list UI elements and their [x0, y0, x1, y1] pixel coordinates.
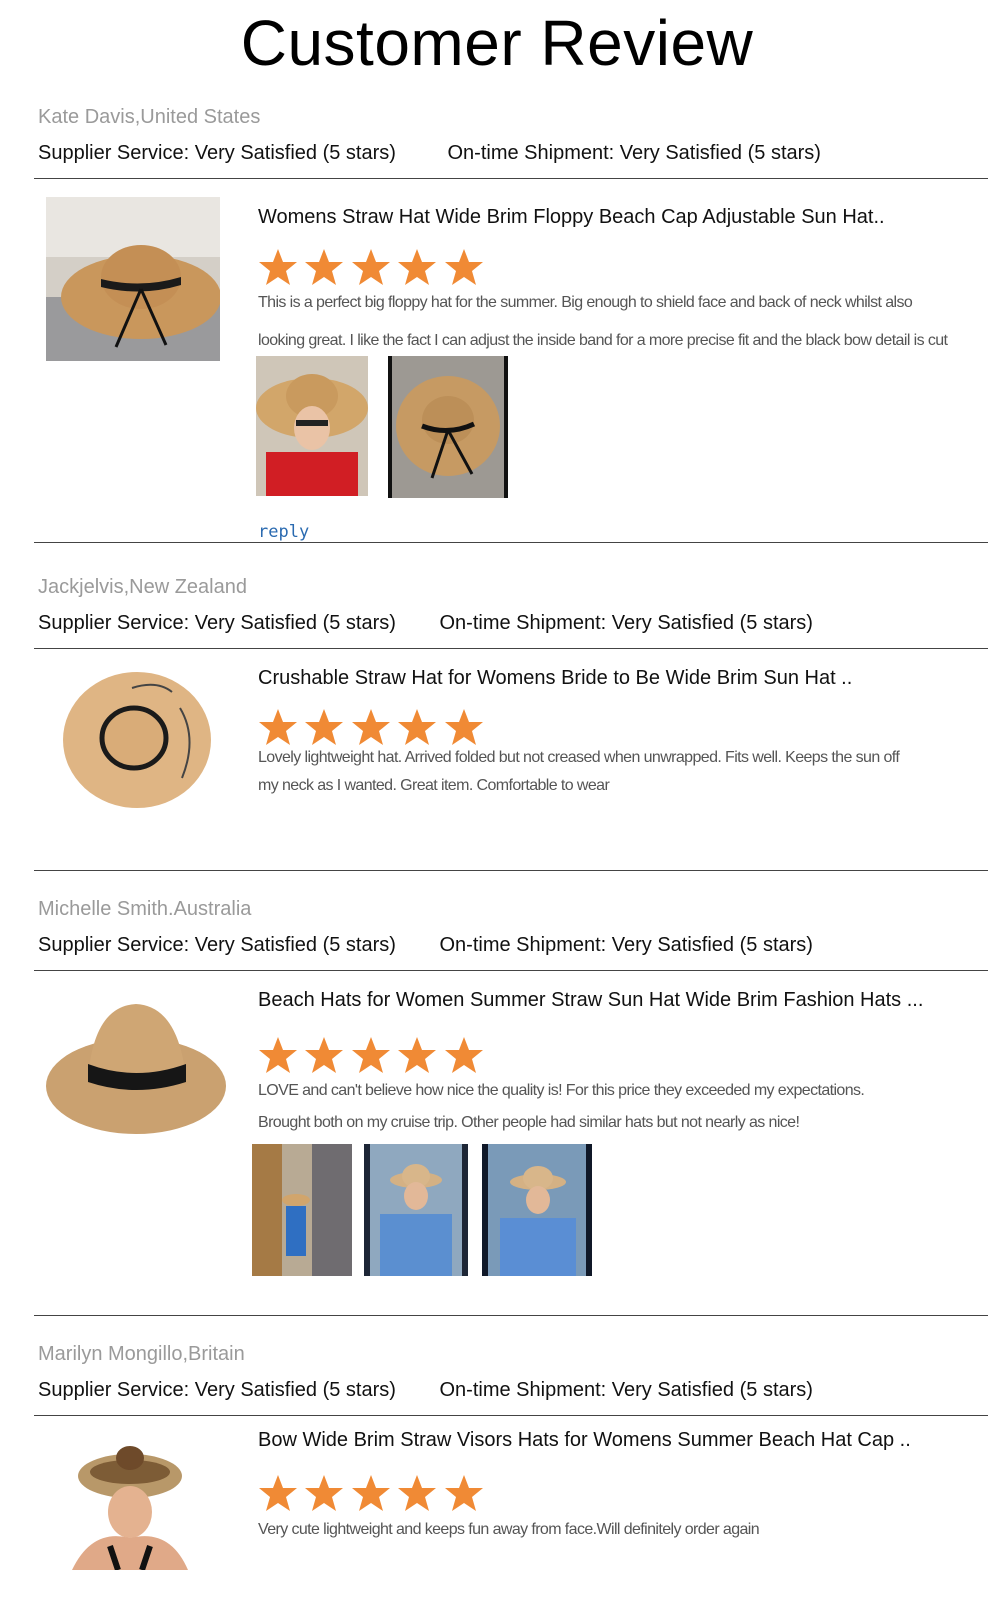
star-icon — [258, 248, 298, 286]
star-rating — [258, 708, 486, 748]
star-icon — [258, 708, 298, 746]
shipment-rating: On-time Shipment: Very Satisfied (5 star… — [447, 142, 821, 164]
review-text-line: Lovely lightweight hat. Arrived folded b… — [258, 749, 900, 766]
reply-link[interactable]: reply — [258, 522, 309, 542]
reviewer-name: Kate Davis,United States — [38, 106, 261, 128]
shipment-rating: On-time Shipment: Very Satisfied (5 star… — [439, 1379, 813, 1401]
divider — [34, 870, 988, 871]
supplier-service-rating: Supplier Service: Very Satisfied (5 star… — [38, 1379, 396, 1401]
reviewer-name: Marilyn Mongillo,Britain — [38, 1343, 245, 1365]
review-text-line: This is a perfect big floppy hat for the… — [258, 294, 913, 311]
star-icon — [397, 1474, 437, 1512]
divider — [34, 178, 988, 179]
review-photo[interactable] — [252, 1144, 352, 1276]
product-image[interactable] — [46, 197, 220, 361]
star-icon — [444, 708, 484, 746]
star-icon — [351, 248, 391, 286]
review-photo[interactable] — [482, 1144, 592, 1276]
star-rating — [258, 1474, 486, 1514]
product-title[interactable]: Beach Hats for Women Summer Straw Sun Ha… — [258, 989, 923, 1012]
divider — [34, 1315, 988, 1316]
page-title: Customer Review — [240, 7, 754, 79]
shipment-rating: On-time Shipment: Very Satisfied (5 star… — [439, 934, 813, 956]
review-text-line: Brought both on my cruise trip. Other pe… — [258, 1114, 800, 1131]
star-icon — [258, 1474, 298, 1512]
review-photo[interactable] — [364, 1144, 468, 1276]
star-rating — [258, 1036, 486, 1076]
star-icon — [444, 1474, 484, 1512]
rating-summary: Supplier Service: Very Satisfied (5 star… — [38, 1379, 813, 1402]
rating-summary: Supplier Service: Very Satisfied (5 star… — [38, 142, 821, 165]
rating-summary: Supplier Service: Very Satisfied (5 star… — [38, 934, 813, 957]
review-photo[interactable] — [256, 356, 368, 496]
review-text-line: LOVE and can't believe how nice the qual… — [258, 1082, 865, 1099]
supplier-service-rating: Supplier Service: Very Satisfied (5 star… — [38, 142, 396, 164]
star-icon — [397, 1036, 437, 1074]
supplier-service-rating: Supplier Service: Very Satisfied (5 star… — [38, 612, 396, 634]
product-image[interactable] — [62, 668, 212, 812]
star-icon — [304, 708, 344, 746]
rating-summary: Supplier Service: Very Satisfied (5 star… — [38, 612, 813, 635]
divider — [34, 1415, 988, 1416]
star-rating — [258, 248, 486, 288]
star-icon — [304, 1036, 344, 1074]
star-icon — [258, 1036, 298, 1074]
star-icon — [397, 248, 437, 286]
divider — [34, 648, 988, 649]
divider — [34, 542, 988, 543]
reviewer-name: Jackjelvis,New Zealand — [38, 576, 247, 598]
star-icon — [444, 248, 484, 286]
divider — [34, 970, 988, 971]
star-icon — [304, 248, 344, 286]
reviewer-name: Michelle Smith.Australia — [38, 898, 252, 920]
product-title[interactable]: Womens Straw Hat Wide Brim Floppy Beach … — [258, 206, 885, 229]
shipment-rating: On-time Shipment: Very Satisfied (5 star… — [439, 612, 813, 634]
review-text-line: Very cute lightweight and keeps fun away… — [258, 1521, 760, 1538]
star-icon — [351, 708, 391, 746]
star-icon — [397, 708, 437, 746]
star-icon — [444, 1036, 484, 1074]
star-icon — [304, 1474, 344, 1512]
product-title[interactable]: Crushable Straw Hat for Womens Bride to … — [258, 667, 852, 690]
star-icon — [351, 1474, 391, 1512]
product-image[interactable] — [36, 986, 234, 1176]
product-title[interactable]: Bow Wide Brim Straw Visors Hats for Wome… — [258, 1429, 911, 1452]
star-icon — [351, 1036, 391, 1074]
supplier-service-rating: Supplier Service: Very Satisfied (5 star… — [38, 934, 396, 956]
product-image[interactable] — [52, 1428, 206, 1570]
review-photo[interactable] — [388, 356, 508, 498]
review-text-line: looking great. I like the fact I can adj… — [258, 332, 948, 349]
review-text-line: my neck as I wanted. Great item. Comfort… — [258, 777, 610, 794]
